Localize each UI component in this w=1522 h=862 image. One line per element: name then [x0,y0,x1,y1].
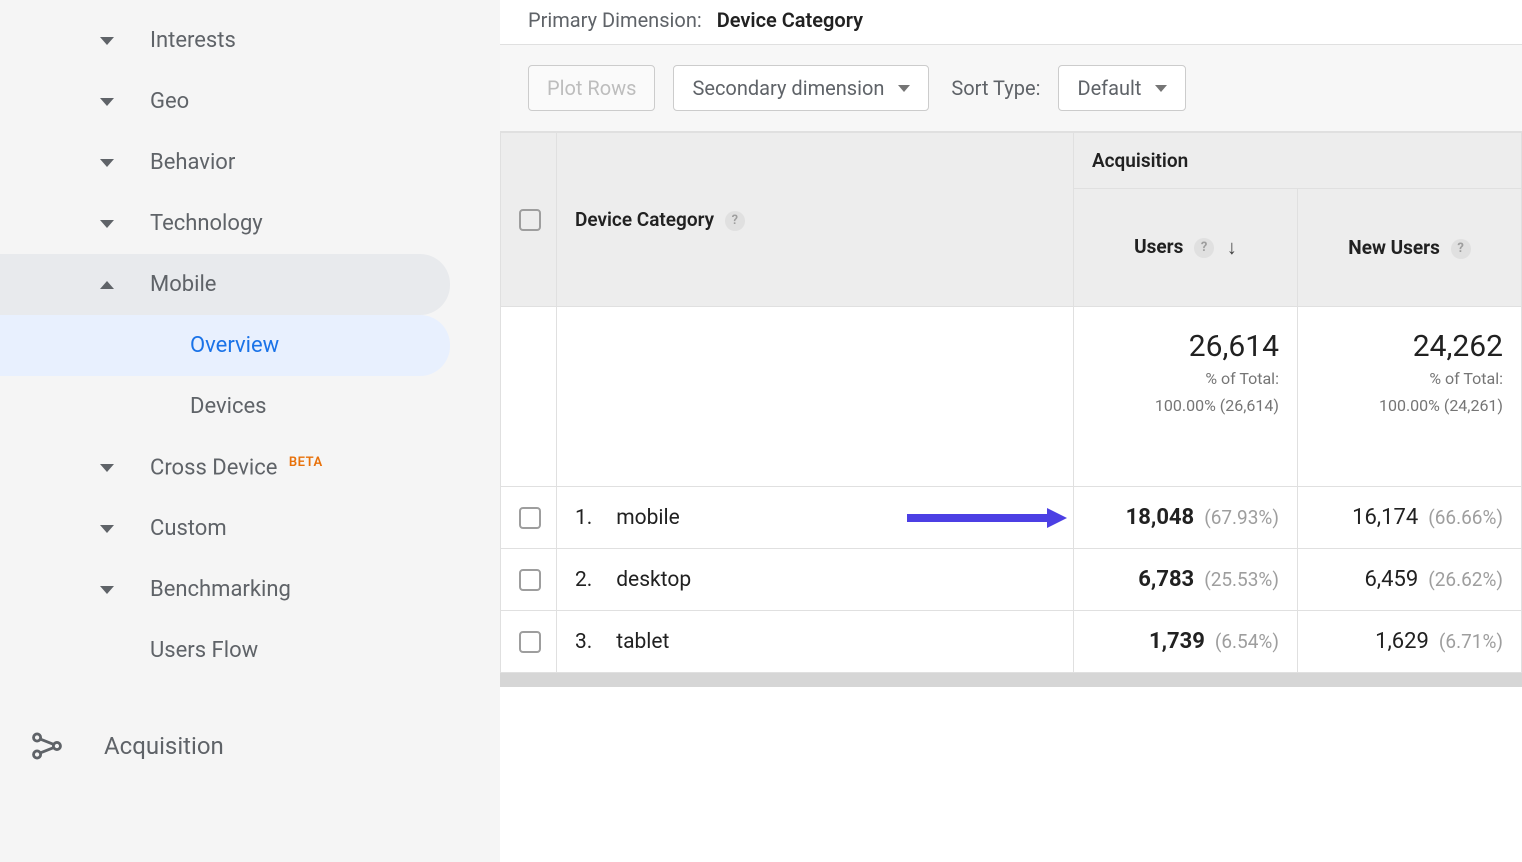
sidebar-item-users-flow[interactable]: Users Flow [0,620,500,681]
chevron-up-icon [100,281,114,289]
horizontal-scrollbar[interactable] [500,673,1522,687]
users-cell: 1,739(6.54%) [1073,611,1297,673]
plot-rows-button: Plot Rows [528,65,655,111]
primary-dimension-label: Primary Dimension: [528,8,702,32]
chevron-down-icon [100,586,114,594]
sidebar-item-mobile[interactable]: Mobile [0,254,450,315]
sidebar-sub-overview[interactable]: Overview [0,315,450,376]
sort-descending-icon: ↓ [1227,235,1237,260]
chevron-down-icon [100,464,114,472]
primary-dimension-value[interactable]: Device Category [717,8,863,32]
column-header-device-category[interactable]: Device Category ? [557,133,1074,307]
chevron-down-icon [100,37,114,45]
table-row: 2. desktop 6,783(25.53%) 6,459(26.62%) [501,549,1522,611]
column-header-new-users[interactable]: New Users ? [1297,189,1521,307]
select-all-checkbox[interactable] [519,209,541,231]
secondary-dimension-dropdown[interactable]: Secondary dimension [673,65,929,111]
totals-row: 26,614 % of Total: 100.00% (26,614) 24,2… [501,307,1522,487]
sort-type-label: Sort Type: [951,76,1040,100]
main-content: Primary Dimension: Device Category Plot … [500,0,1522,862]
users-cell: 6,783(25.53%) [1073,549,1297,611]
help-icon[interactable]: ? [725,211,745,231]
device-category-cell[interactable]: 3. tablet [557,611,1074,673]
new-users-cell: 1,629(6.71%) [1297,611,1521,673]
sort-type-dropdown[interactable]: Default [1058,65,1186,111]
sidebar-item-behavior[interactable]: Behavior [0,132,500,193]
data-table: Device Category ? Acquisition Users ? ↓ … [500,132,1522,673]
sidebar-item-geo[interactable]: Geo [0,71,500,132]
column-header-checkbox [501,133,557,307]
sidebar-item-interests[interactable]: Interests [0,10,500,71]
row-checkbox[interactable] [519,631,541,653]
device-category-cell[interactable]: 2. desktop [557,549,1074,611]
new-users-cell: 6,459(26.62%) [1297,549,1521,611]
row-checkbox[interactable] [519,569,541,591]
sidebar-item-technology[interactable]: Technology [0,193,500,254]
sidebar-sub-devices[interactable]: Devices [0,376,450,437]
table-controls: Plot Rows Secondary dimension Sort Type:… [500,45,1522,132]
chevron-down-icon [898,85,910,92]
total-users: 26,614 % of Total: 100.00% (26,614) [1073,307,1297,487]
column-header-users[interactable]: Users ? ↓ [1073,189,1297,307]
new-users-cell: 16,174(66.66%) [1297,487,1521,549]
sidebar-item-custom[interactable]: Custom [0,498,500,559]
annotation-arrow-icon [907,508,1067,528]
table-row: 1. mobile 18,048(67.93%) 16,174(66.66%) [501,487,1522,549]
chevron-down-icon [100,98,114,106]
help-icon[interactable]: ? [1451,239,1471,259]
sidebar: Interests Geo Behavior Technology Mobile… [0,0,500,862]
column-group-acquisition: Acquisition [1073,133,1521,189]
chevron-down-icon [100,220,114,228]
device-category-cell[interactable]: 1. mobile [557,487,1074,549]
chevron-down-icon [100,159,114,167]
beta-badge: BETA [289,455,323,470]
total-new-users: 24,262 % of Total: 100.00% (24,261) [1297,307,1521,487]
users-cell: 18,048(67.93%) [1073,487,1297,549]
table-row: 3. tablet 1,739(6.54%) 1,629(6.71%) [501,611,1522,673]
help-icon[interactable]: ? [1194,238,1214,258]
sidebar-section-acquisition[interactable]: Acquisition [0,711,500,781]
chevron-down-icon [100,525,114,533]
row-checkbox[interactable] [519,507,541,529]
primary-dimension-bar: Primary Dimension: Device Category [500,0,1522,45]
chevron-down-icon [1155,85,1167,92]
acquisition-icon [30,729,64,763]
sidebar-item-benchmarking[interactable]: Benchmarking [0,559,500,620]
sidebar-item-cross-device[interactable]: Cross Device BETA [0,437,500,498]
